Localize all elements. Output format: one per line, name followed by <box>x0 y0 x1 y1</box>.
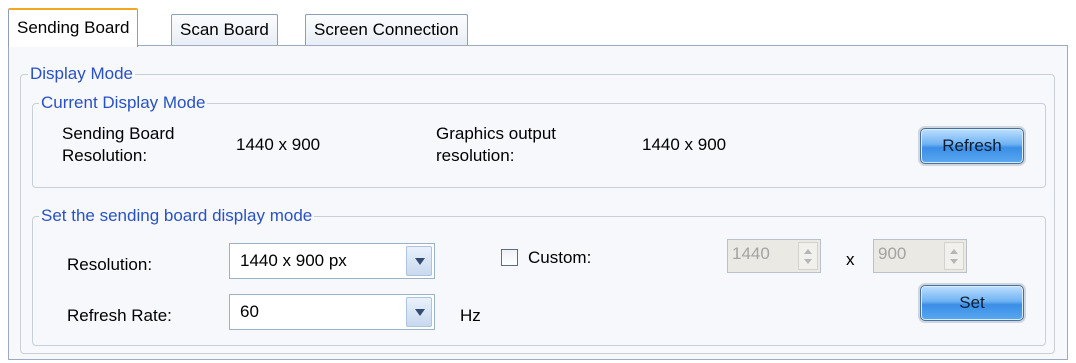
display-mode-legend: Display Mode <box>28 64 135 84</box>
sending-board-panel: Display Mode Current Display Mode Sendin… <box>8 45 1068 360</box>
graphics-output-value: 1440 x 900 <box>642 135 727 154</box>
tab-strip: Sending Board Scan Board Screen Connecti… <box>8 6 1068 47</box>
set-button[interactable]: Set <box>920 285 1024 321</box>
resolution-label: Resolution: <box>67 255 153 274</box>
set-display-mode-group: Set the sending board display mode Resol… <box>32 206 1046 346</box>
refresh-rate-dropdown-value: 60 <box>240 302 259 321</box>
sending-board-resolution-label-line2: Resolution: <box>62 146 148 165</box>
refresh-rate-dropdown[interactable]: 60 <box>229 294 435 330</box>
hz-label: Hz <box>460 306 481 325</box>
set-display-mode-legend: Set the sending board display mode <box>39 206 315 226</box>
resolution-dropdown[interactable]: 1440 x 900 px <box>229 243 435 279</box>
chevron-down-icon[interactable] <box>406 246 432 276</box>
custom-height-spinner[interactable]: 900 <box>873 239 967 273</box>
custom-width-spinner[interactable]: 1440 <box>727 239 821 273</box>
spinner-up-icon[interactable] <box>804 249 812 254</box>
spinner-up-icon[interactable] <box>950 249 958 254</box>
current-display-mode-group: Current Display Mode Sending Board Resol… <box>32 93 1046 188</box>
graphics-output-label-line1: Graphics output <box>436 124 557 143</box>
graphics-output-label-line2: resolution: <box>436 146 515 165</box>
resolution-dropdown-value: 1440 x 900 px <box>240 251 347 270</box>
tab-screen-connection[interactable]: Screen Connection <box>305 14 468 46</box>
tab-scan-board[interactable]: Scan Board <box>171 14 278 46</box>
spinner-buttons[interactable] <box>798 242 818 270</box>
refresh-rate-label: Refresh Rate: <box>67 306 172 325</box>
sending-board-resolution-label-line1: Sending Board <box>62 124 175 143</box>
spinner-down-icon[interactable] <box>950 259 958 264</box>
times-label: x <box>846 250 855 269</box>
chevron-down-icon[interactable] <box>406 297 432 327</box>
custom-height-value: 900 <box>878 244 907 263</box>
spinner-down-icon[interactable] <box>804 259 812 264</box>
display-mode-group: Display Mode Current Display Mode Sendin… <box>20 64 1055 354</box>
custom-checkbox[interactable] <box>501 249 518 266</box>
current-display-mode-legend: Current Display Mode <box>39 93 208 113</box>
tab-sending-board[interactable]: Sending Board <box>8 8 139 47</box>
sending-board-resolution-value: 1440 x 900 <box>236 135 321 154</box>
refresh-button[interactable]: Refresh <box>920 128 1024 164</box>
spinner-buttons[interactable] <box>944 242 964 270</box>
custom-width-value: 1440 <box>732 244 770 263</box>
custom-label: Custom: <box>528 248 592 267</box>
